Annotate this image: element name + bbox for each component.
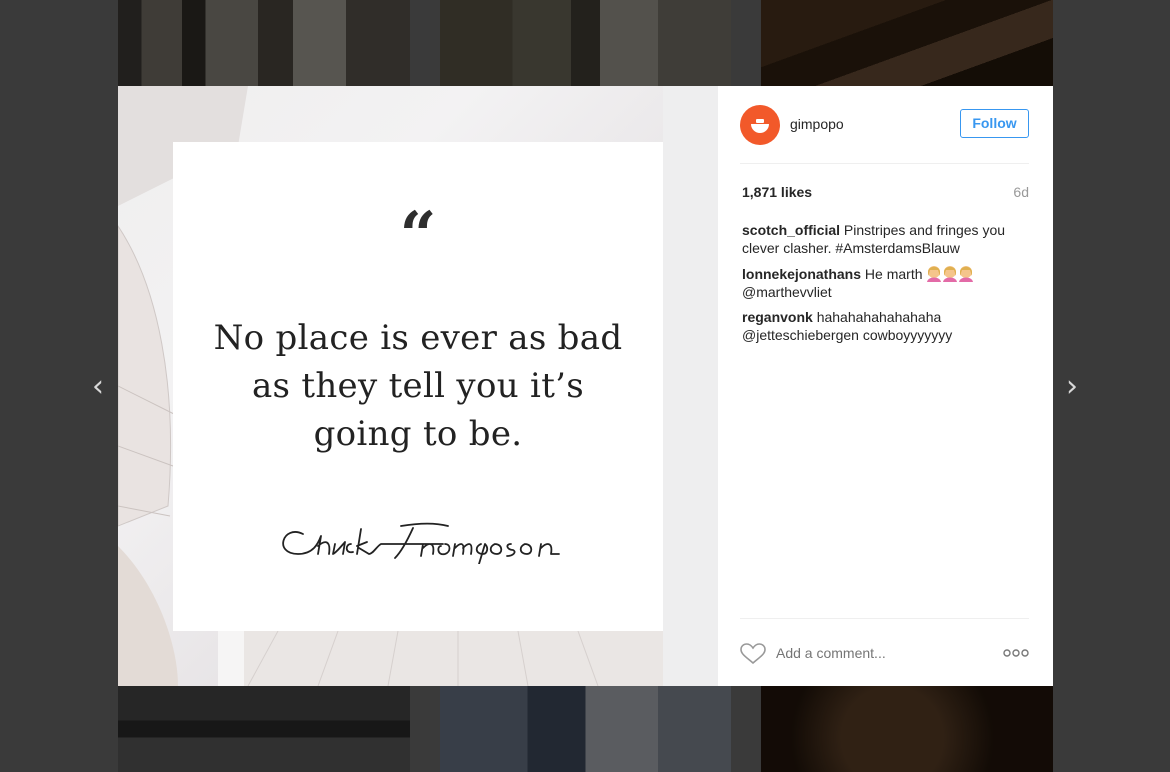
- comment: reganvonk hahahahahahahaha @jetteschiebe…: [742, 308, 1029, 344]
- likes-count[interactable]: 1,871 likes: [742, 184, 812, 200]
- quote-card: “ No place is ever as bad as they tell y…: [173, 142, 663, 631]
- comment-list: scotch_official Pinstripes and fringes y…: [742, 221, 1029, 351]
- post-footer: [740, 618, 1029, 687]
- avatar[interactable]: [740, 105, 780, 145]
- grid-thumbnail[interactable]: [118, 0, 410, 86]
- quote-text: No place is ever as bad as they tell you…: [213, 318, 623, 454]
- grid-thumbnail[interactable]: [440, 0, 731, 86]
- more-options-icon[interactable]: [1003, 649, 1029, 657]
- comment-mention[interactable]: @marthevvliet: [742, 284, 832, 300]
- comment-text: He marth: [864, 266, 923, 282]
- signature: [282, 522, 560, 564]
- comment-username[interactable]: scotch_official: [742, 222, 840, 238]
- comment-username[interactable]: reganvonk: [742, 309, 813, 325]
- post-sidebar: gimpopo Follow 1,871 likes 6d scotch_off…: [718, 86, 1053, 686]
- post-image: “ No place is ever as bad as they tell y…: [118, 86, 718, 686]
- comment: scotch_official Pinstripes and fringes y…: [742, 221, 1029, 257]
- grid-thumbnail[interactable]: [761, 0, 1053, 86]
- next-arrow-icon[interactable]: ›: [1060, 372, 1084, 402]
- follow-button[interactable]: Follow: [960, 109, 1029, 138]
- person-icon: [927, 266, 974, 282]
- grid-thumbnail[interactable]: [440, 686, 731, 772]
- comment-username[interactable]: lonnekejonathans: [742, 266, 861, 282]
- quote-mark: “: [399, 198, 437, 273]
- post-header: gimpopo Follow: [740, 86, 1029, 164]
- grid-thumbnail[interactable]: [761, 686, 1053, 772]
- grid-thumbnail[interactable]: [118, 686, 410, 772]
- username[interactable]: gimpopo: [790, 116, 844, 132]
- post-age[interactable]: 6d: [1013, 184, 1029, 200]
- heart-icon[interactable]: [740, 643, 766, 665]
- comment: lonnekejonathans He marth @marthevvliet: [742, 264, 1029, 301]
- previous-arrow-icon[interactable]: ‹: [86, 372, 110, 402]
- post-modal: “ No place is ever as bad as they tell y…: [118, 86, 1053, 686]
- add-comment-input[interactable]: [776, 645, 956, 661]
- avatar-logo-icon: [751, 119, 769, 133]
